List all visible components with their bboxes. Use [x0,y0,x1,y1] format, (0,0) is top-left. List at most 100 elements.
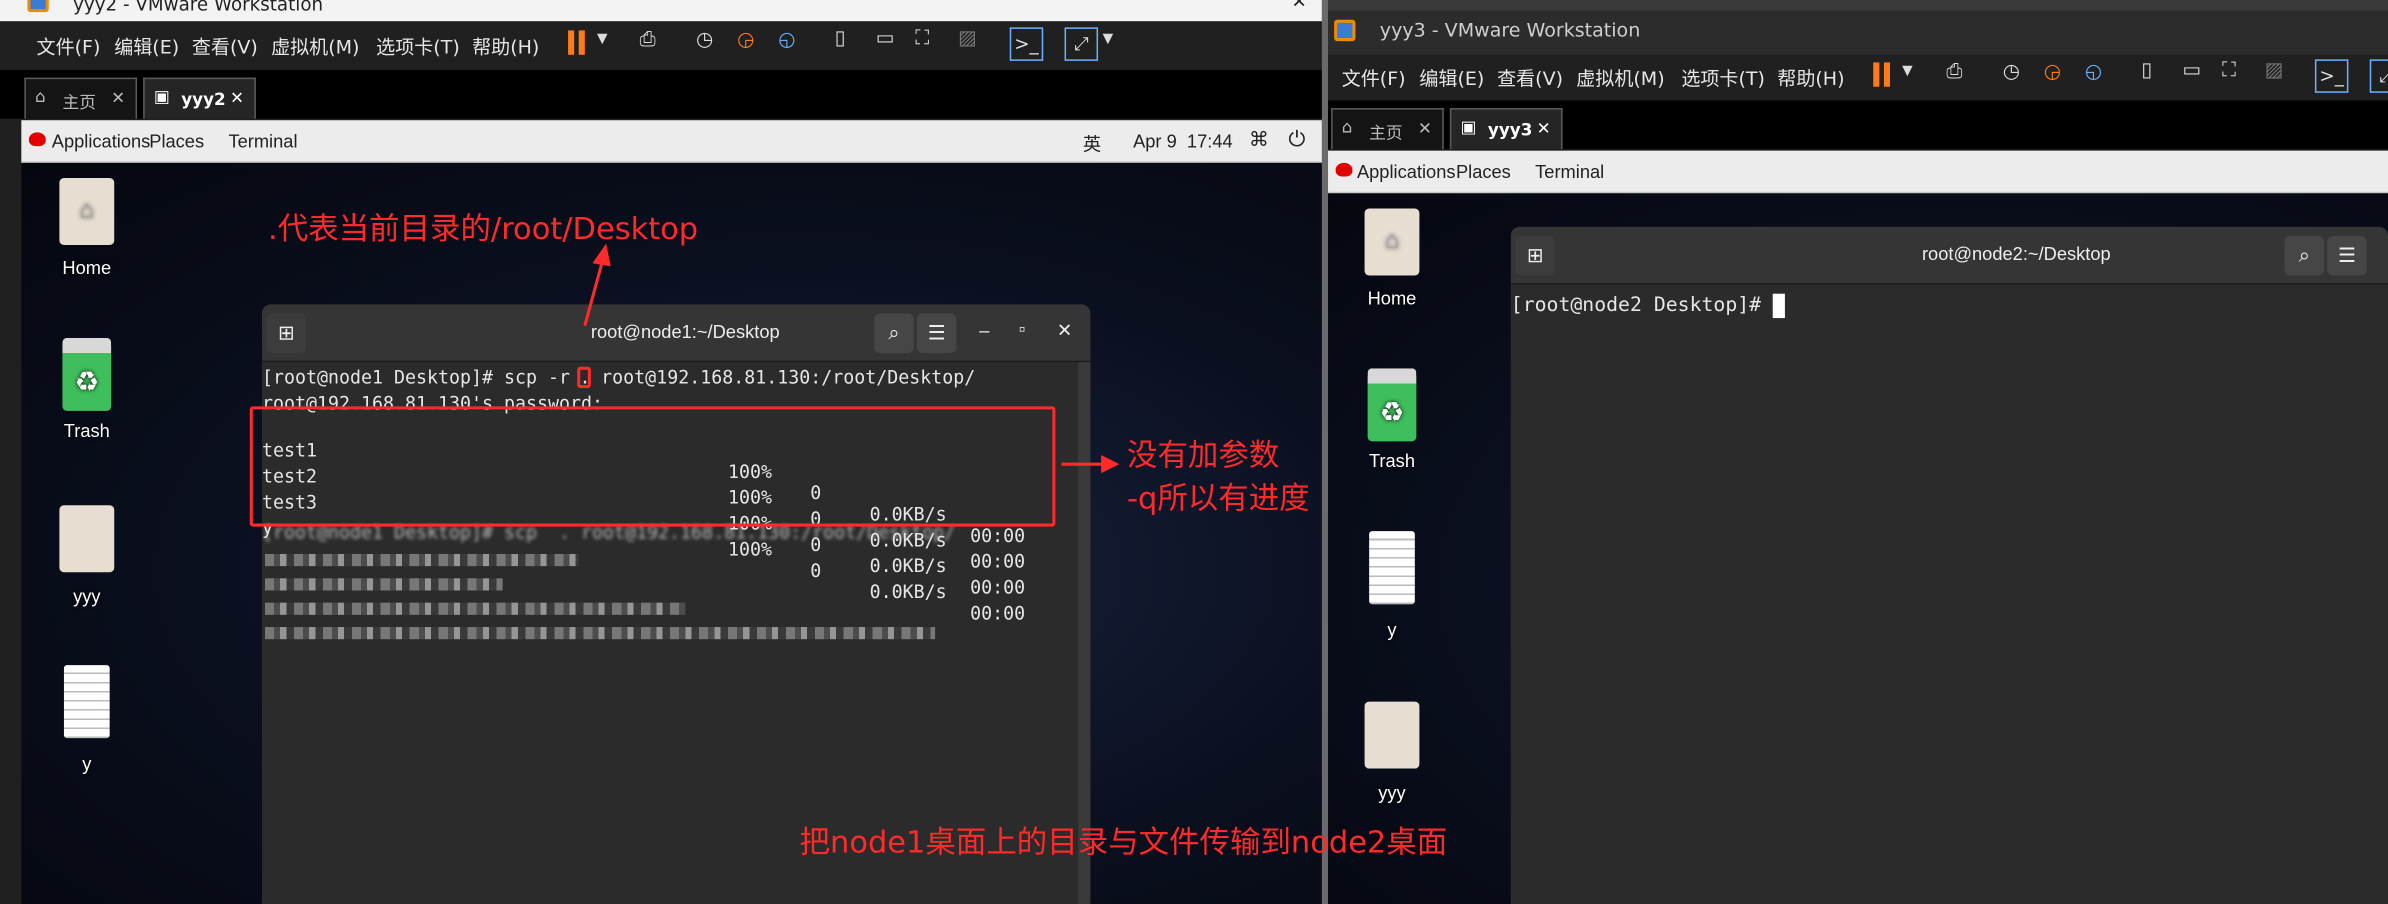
tab-vm[interactable]: ▣ yyy2 ✕ [143,77,256,119]
close-icon[interactable]: ✕ [1057,320,1072,341]
send-ctrl-alt-del-icon[interactable]: ⎙ [1946,61,1962,84]
vm-icon: ▣ [1460,117,1477,137]
library-view-icon[interactable]: ▯ [2141,59,2152,82]
menu-tabs[interactable]: 选项卡(T) [376,30,460,59]
hamburger-menu-button[interactable]: ☰ [2327,235,2367,276]
redhat-icon [1335,162,1353,177]
applications-menu[interactable]: Applications [1357,161,1456,182]
pause-icon[interactable] [1873,62,1880,87]
snapshot-icon[interactable]: ◷ [696,29,713,52]
pixelated-region [264,627,936,640]
dropdown-arrow-icon[interactable]: ▼ [1902,64,1913,79]
thumbnail-view-icon[interactable]: ▭ [876,27,895,50]
places-menu[interactable]: Places [149,131,204,152]
desktop-trash-label: Trash [63,420,110,442]
home-folder-icon: ⌂ [59,178,115,246]
minimize-icon[interactable]: – [979,320,989,341]
menu-vm[interactable]: 虚拟机(M) [1576,62,1664,91]
pause-icon[interactable] [568,30,575,55]
dropdown-arrow-icon[interactable]: ▼ [597,32,608,47]
close-tab-icon[interactable]: ✕ [1537,119,1551,139]
unity-icon[interactable]: ▨ [2265,59,2284,82]
snapshot-icon[interactable]: ◷ [2003,61,2020,84]
search-button[interactable]: ⌕ [2284,235,2325,276]
power-icon[interactable]: ⏻ [1288,126,1305,152]
trash-icon: ♻ [62,337,112,411]
unity-icon[interactable]: ▨ [958,27,977,50]
terminal-body[interactable]: [root@node2 Desktop]# [1510,284,2388,904]
applications-menu[interactable]: Applications [52,131,151,152]
input-method[interactable]: 英 [1083,131,1101,157]
menu-edit[interactable]: 编辑(E) [1419,62,1484,91]
snapshot-manager-icon[interactable]: ◵ [778,29,795,52]
desktop-home[interactable]: ⌂ Home [1351,208,1433,309]
desktop-file-label: y [1387,619,1397,641]
pixelated-region [264,602,686,615]
clock[interactable]: Apr 9 17:44 [1133,131,1233,152]
terminal-headerbar[interactable]: ⊞ root@node1:~/Desktop ⌕ ☰ – ▫ ✕ [261,304,1091,363]
terminal-title: root@node1:~/Desktop [590,321,780,343]
console-view-icon[interactable]: >_ [1009,27,1044,61]
minimize-icon[interactable]: – [1258,0,1267,8]
desktop-trash[interactable]: ♻ Trash [1351,368,1433,472]
stretch-view-icon[interactable]: ⤢ [2369,59,2388,93]
terminal-taskbar-item[interactable]: Terminal [228,131,297,152]
tab-bar: ⌂ 主页 ✕ ▣ yyy2 ✕ [0,70,1322,119]
places-menu[interactable]: Places [1456,161,1511,182]
terminal-headerbar[interactable]: ⊞ root@node2:~/Desktop ⌕ ☰ [1510,226,2388,285]
command-line: [root@node2 Desktop]# [1510,293,1786,319]
terminal-taskbar-item[interactable]: Terminal [1535,161,1604,182]
desktop-folder-label: yyy [73,585,101,608]
desktop: ⌂ Home ♻ Trash yyy y ⊞ root@node1:~/Desk… [21,162,1322,904]
menu-view[interactable]: 查看(V) [192,30,258,59]
tab-vm-label: yyy2 [181,89,226,110]
tab-home[interactable]: ⌂ 主页 ✕ [1331,108,1444,150]
desktop-file-y[interactable]: y [46,665,128,775]
window-titlebar[interactable]: yyy3 - VMware Workstation [1328,0,2388,55]
desktop-home[interactable]: ⌂ Home [46,178,128,279]
menu-view[interactable]: 查看(V) [1497,62,1563,91]
desktop-folder-yyy[interactable]: yyy [1351,701,1433,804]
desktop-folder-yyy[interactable]: yyy [46,505,128,607]
close-tab-icon[interactable]: ✕ [111,88,125,108]
menu-edit[interactable]: 编辑(E) [114,30,179,59]
library-view-icon[interactable]: ▯ [835,27,846,50]
menu-file[interactable]: 文件(F) [37,30,101,59]
window-titlebar[interactable]: yyy2 - VMware Workstation – ✕ [0,0,1322,22]
fullscreen-icon[interactable]: ⛶ [915,27,929,50]
console-view-icon[interactable]: >_ [2314,59,2349,93]
terminal-window-node1: ⊞ root@node1:~/Desktop ⌕ ☰ – ▫ ✕ [root@n… [261,304,1091,904]
maximize-icon[interactable]: ▫ [1019,318,1025,339]
dropdown-arrow-icon[interactable]: ▼ [1103,32,1114,47]
menu-vm[interactable]: 虚拟机(M) [271,30,359,59]
menu-help[interactable]: 帮助(H) [1777,62,1844,91]
menu-file[interactable]: 文件(F) [1342,62,1406,91]
send-ctrl-alt-del-icon[interactable]: ⎙ [640,29,656,52]
snapshot-manager-icon[interactable]: ◵ [2085,61,2102,84]
desktop-file-y[interactable]: y [1351,531,1433,641]
desktop-trash[interactable]: ♻ Trash [46,337,128,442]
tab-home-label: 主页 [1369,123,1403,144]
file-rate: 0.0KB/s [869,581,947,603]
close-icon[interactable]: ✕ [1291,0,1306,11]
close-tab-icon[interactable]: ✕ [1418,119,1432,139]
menu-help[interactable]: 帮助(H) [472,30,539,59]
new-tab-button[interactable]: ⊞ [266,313,307,354]
thumbnail-view-icon[interactable]: ▭ [2182,59,2201,82]
close-tab-icon[interactable]: ✕ [230,88,244,108]
tab-vm[interactable]: ▣ yyy3 ✕ [1449,108,1563,150]
fullscreen-icon[interactable]: ⛶ [2222,59,2236,82]
file-time: 00:00 [970,602,1026,624]
hamburger-menu-button[interactable]: ☰ [916,313,957,354]
search-button[interactable]: ⌕ [874,313,914,354]
revert-snapshot-icon[interactable]: ◶ [737,29,754,52]
new-tab-button[interactable]: ⊞ [1515,235,1555,276]
prompt: [root@node2 Desktop]# [1510,294,1774,318]
stretch-view-icon[interactable]: ⤢ [1064,27,1099,61]
menu-tabs[interactable]: 选项卡(T) [1681,62,1765,91]
network-icon[interactable]: ⌘ [1249,128,1269,152]
revert-snapshot-icon[interactable]: ◶ [2044,61,2061,84]
tab-home[interactable]: ⌂ 主页 ✕ [24,77,138,119]
text-file-icon [1369,531,1415,605]
annotation-arrow-up [583,243,611,327]
